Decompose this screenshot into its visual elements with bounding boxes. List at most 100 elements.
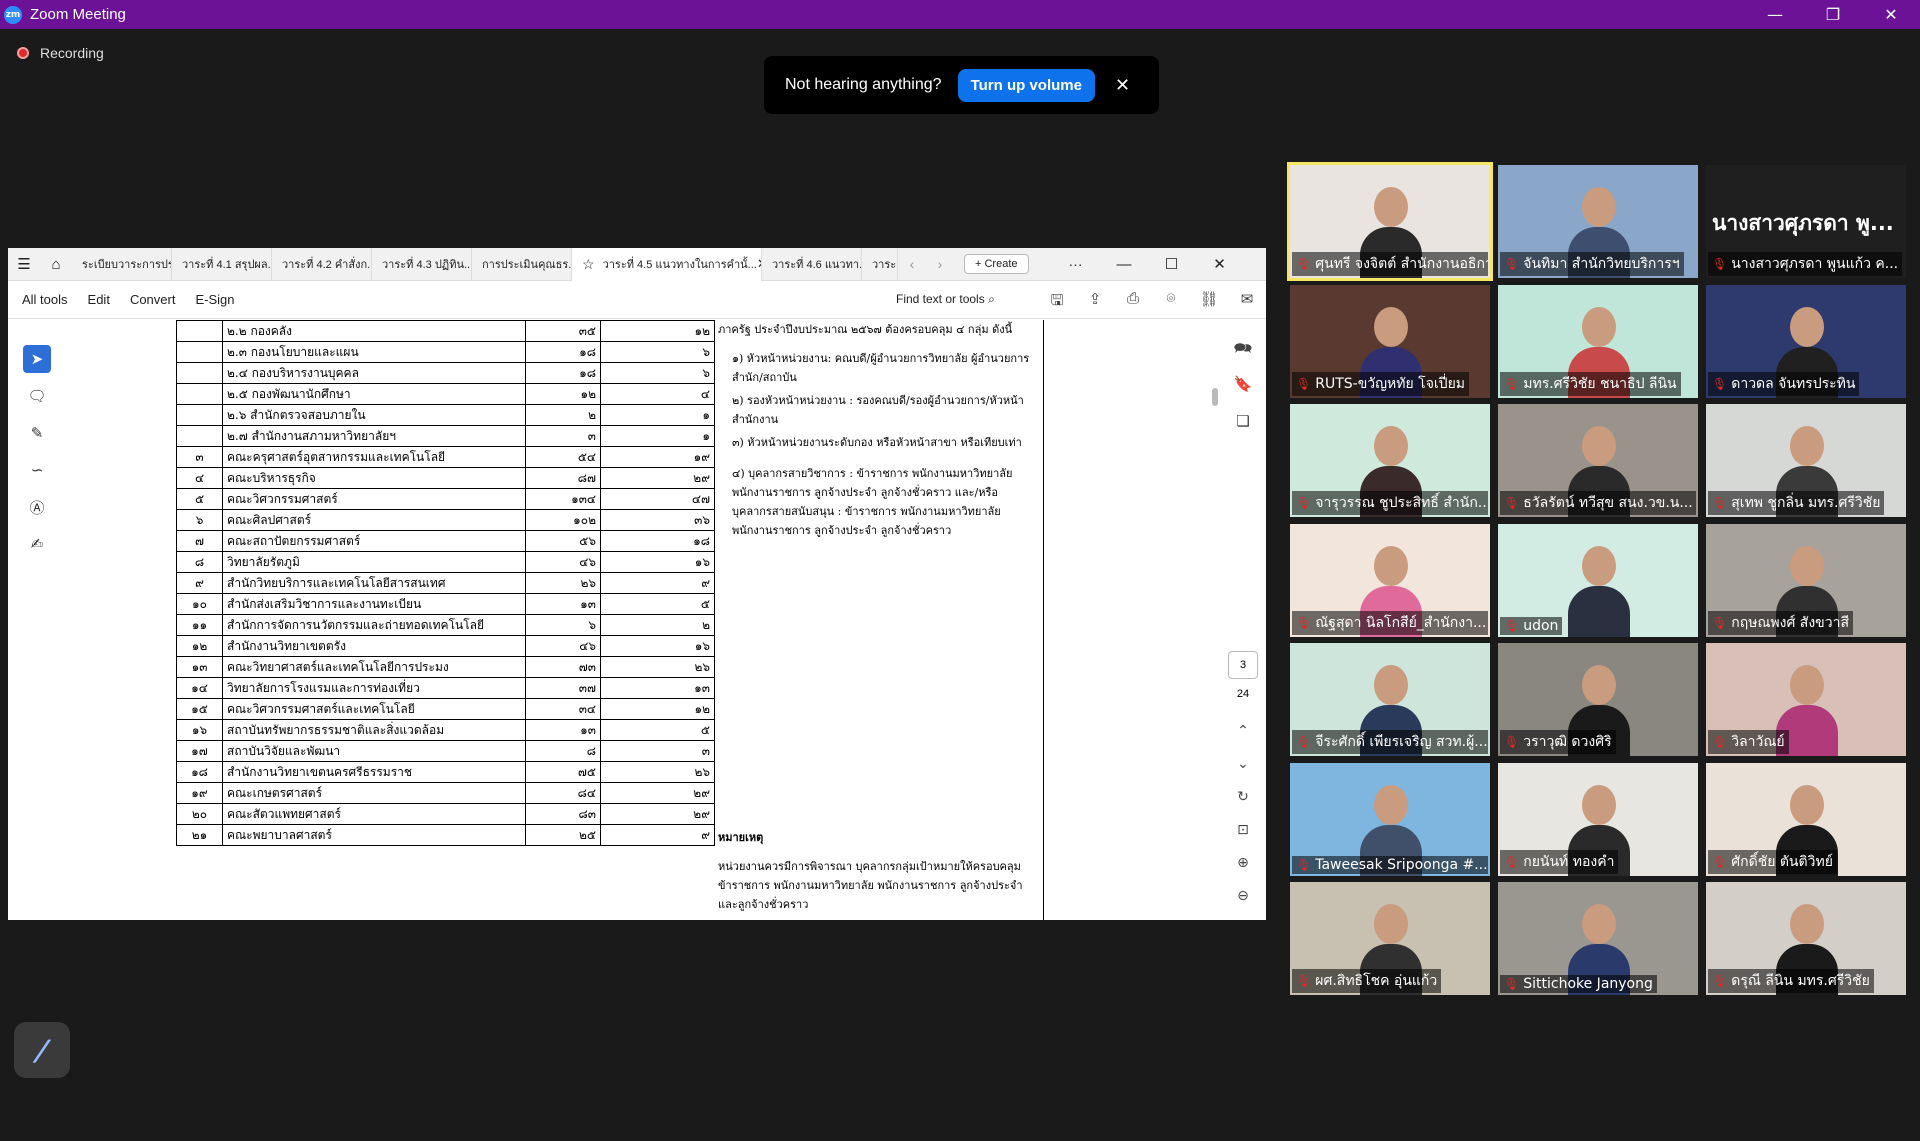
minimize-button[interactable]: —: [1746, 0, 1804, 29]
table-cell-no: ๑๐: [176, 593, 223, 615]
page-up-icon[interactable]: ⌃: [1237, 723, 1249, 756]
tab-next-icon[interactable]: ›: [926, 256, 954, 272]
search-people-icon[interactable]: ⌾: [1152, 290, 1190, 315]
participant-tile[interactable]: 🎙ศุนทรี จงจิตต์ สำนักงานอธิการ...: [1287, 162, 1493, 281]
table-cell-name: สำนักงานวิทยาเขตนครศรีธรรมราช: [222, 761, 526, 783]
participant-name: กฤษณพงศ์ สังขวาสี: [1731, 615, 1850, 631]
rotate-icon[interactable]: ↻: [1237, 789, 1249, 822]
pdf-tab[interactable]: การประเมินคุณธร...: [472, 248, 572, 281]
close-button[interactable]: ✕: [1862, 0, 1920, 29]
floating-app-button[interactable]: /: [14, 1022, 70, 1078]
highlight-pen-icon[interactable]: ✎: [23, 419, 51, 447]
comments-icon[interactable]: 🗪: [1234, 338, 1253, 375]
participant-tile[interactable]: 🎙 ดาวดล จันทรประทิน: [1706, 285, 1906, 398]
star-icon[interactable]: ☆: [582, 256, 595, 273]
zoom-in-icon[interactable]: ⊕: [1237, 855, 1249, 888]
menu-all-tools[interactable]: All tools: [22, 292, 68, 307]
fit-page-icon[interactable]: ⊡: [1237, 822, 1249, 855]
pdf-tab[interactable]: วาระที่ 4.3 ปฏิทิน...: [372, 248, 472, 281]
pdf-tab-active[interactable]: ☆ วาระที่ 4.5 แนวทางในการคำนั้... ✕: [572, 248, 762, 281]
turn-up-volume-button[interactable]: Turn up volume: [957, 68, 1095, 102]
zoom-out-icon[interactable]: ⊖: [1237, 888, 1249, 920]
participant-tile[interactable]: 🎙 จันทิมา สำนักวิทยบริการฯ: [1498, 165, 1698, 278]
table-cell-a: ๒: [525, 404, 601, 426]
table-cell-no: [176, 404, 223, 426]
tab-prev-icon[interactable]: ‹: [898, 256, 926, 272]
page-number-input[interactable]: 3: [1228, 651, 1258, 679]
save-icon[interactable]: 🖫: [1038, 290, 1076, 315]
pdf-nav-controls: ⌃ ⌄ ↻ ⊡ ⊕ ⊖: [1228, 723, 1258, 920]
pdf-tab[interactable]: วาระที่ 4.1 สรุปผล...: [172, 248, 272, 281]
muted-mic-icon: 🎙: [1712, 855, 1728, 869]
participant-tile[interactable]: นางสาวศุภรดา พู... 🎙 นางสาวศุภรดา พูนแก้ว …: [1706, 165, 1906, 278]
find-tools-button[interactable]: Find text or tools ⌕: [896, 292, 995, 307]
home-icon[interactable]: ⌂: [40, 256, 72, 273]
pages-icon[interactable]: ❏: [1236, 412, 1249, 449]
participant-tile[interactable]: 🎙 Sittichoke Janyong: [1498, 882, 1698, 995]
page-down-icon[interactable]: ⌄: [1237, 756, 1249, 789]
create-button[interactable]: + Create: [964, 254, 1029, 274]
participant-name: จีระศักดิ์ เพียรเจริญ สวท.ผู้...: [1315, 734, 1488, 750]
participant-tile[interactable]: 🎙 ผศ.สิทธิโชค อุ่นแก้ว: [1290, 882, 1490, 995]
table-cell-name: คณะพยาบาลศาสตร์: [222, 824, 526, 846]
hamburger-menu-icon[interactable]: ☰: [8, 255, 40, 273]
signature-icon[interactable]: ✍: [23, 530, 51, 558]
participant-tile[interactable]: 🎙 มทร.ศรีวิชัย ชนาธิป ลีนิน: [1498, 285, 1698, 398]
participant-tile[interactable]: 🎙 วราวุฒิ ดวงศิริ: [1498, 643, 1698, 756]
table-row: ๑๗ สถาบันวิจัยและพัฒนา๘๓: [176, 740, 715, 762]
table-cell-a: ๑๒: [525, 383, 601, 405]
recording-indicator[interactable]: Recording: [17, 45, 104, 61]
table-cell-name: สำนักการจัดการนวัตกรรมและถ่ายทอดเทคโนโลย…: [222, 614, 526, 636]
table-cell-a: ๕๔: [525, 446, 601, 468]
toast-close-icon[interactable]: ✕: [1115, 75, 1130, 96]
add-comment-icon[interactable]: 🗨: [23, 382, 51, 410]
app-close-icon[interactable]: ✕: [1213, 255, 1227, 273]
text-box-icon[interactable]: Ⓐ: [23, 493, 51, 521]
participant-tile[interactable]: 🎙 RUTS-ขวัญหทัย โจเปี่ยม: [1290, 285, 1490, 398]
more-icon[interactable]: ···: [1069, 256, 1083, 272]
app-maximize-icon[interactable]: ☐: [1165, 255, 1179, 273]
pdf-tab[interactable]: วาระ: [862, 248, 898, 281]
pdf-tab[interactable]: วาระที่ 4.2 คำสั่งก...: [272, 248, 372, 281]
participant-tile[interactable]: 🎙 จีระศักดิ์ เพียรเจริญ สวท.ผู้...: [1290, 643, 1490, 756]
participant-tile[interactable]: 🎙 ณัฐสุดา นิลโกสีย์_สำนักงา...: [1290, 524, 1490, 637]
menu-edit[interactable]: Edit: [88, 292, 110, 307]
upload-icon[interactable]: ⇪: [1076, 290, 1114, 315]
muted-mic-icon: 🎙: [1712, 974, 1728, 988]
participant-tile[interactable]: 🎙 กฤษณพงศ์ สังขวาสี: [1706, 524, 1906, 637]
person-head: [1790, 904, 1824, 944]
toast-message: Not hearing anything?: [785, 76, 942, 93]
participant-tile[interactable]: 🎙 ดรุณี ลีนิน มทร.ศรีวิชัย: [1706, 882, 1906, 995]
draw-lasso-icon[interactable]: ∽: [23, 456, 51, 484]
participant-tile[interactable]: 🎙 กยนันท์ ทองคำ: [1498, 763, 1698, 876]
participant-tile[interactable]: 🎙 Taweesak Sripoonga #...: [1290, 763, 1490, 876]
table-cell-name: คณะสัตวแพทยศาสตร์: [222, 803, 526, 825]
participant-tile[interactable]: 🎙 จารุวรรณ ชูประสิทธิ์ สำนัก...: [1290, 404, 1490, 517]
participant-tile[interactable]: 🎙 วิลาวัณย์: [1706, 643, 1906, 756]
print-icon[interactable]: ⎙: [1114, 290, 1152, 315]
find-label: Find text or tools: [896, 292, 985, 306]
pdf-tab[interactable]: ระเบียบวาระการประ...: [72, 248, 172, 281]
muted-mic-icon: 🎙: [1504, 619, 1520, 633]
scroll-thumb[interactable]: [1212, 388, 1218, 406]
vertical-scrollbar[interactable]: [1209, 323, 1221, 919]
app-minimize-icon[interactable]: —: [1117, 256, 1132, 273]
restore-button[interactable]: ❐: [1804, 0, 1862, 29]
pdf-tab[interactable]: วาระที่ 4.6 แนวทา...: [762, 248, 862, 281]
select-cursor-icon[interactable]: ➤: [23, 345, 51, 373]
table-cell-name: ๒.๖ สำนักตรวจสอบภายใน: [222, 404, 526, 426]
bookmark-icon[interactable]: 🔖: [1234, 375, 1253, 412]
mail-icon[interactable]: ✉: [1228, 290, 1266, 315]
participant-tile[interactable]: 🎙 สุเทพ ชูกลิ่น มทร.ศรีวิชัย: [1706, 404, 1906, 517]
muted-mic-icon: 🎙: [1504, 377, 1520, 391]
menu-convert[interactable]: Convert: [130, 292, 176, 307]
participant-tile[interactable]: 🎙 ธวัลรัตน์ ทวีสุข สนง.วข.น...: [1498, 404, 1698, 517]
participant-tile[interactable]: 🎙 ศักดิ์ชัย ตันติวิทย์: [1706, 763, 1906, 876]
participant-tile[interactable]: 🎙 udon: [1498, 524, 1698, 637]
muted-mic-icon: 🎙: [1296, 858, 1312, 872]
menu-e-sign[interactable]: E-Sign: [195, 292, 234, 307]
note-block: หมายเหตุ หน่วยงานควรมีการพิจารณา บุคลากร…: [718, 828, 1038, 914]
participant-name: จันทิมา สำนักวิทยบริการฯ: [1523, 256, 1680, 272]
participant-name-label: 🎙 จารุวรรณ ชูประสิทธิ์ สำนัก...: [1292, 491, 1488, 515]
link-icon[interactable]: ⛓: [1190, 290, 1228, 315]
